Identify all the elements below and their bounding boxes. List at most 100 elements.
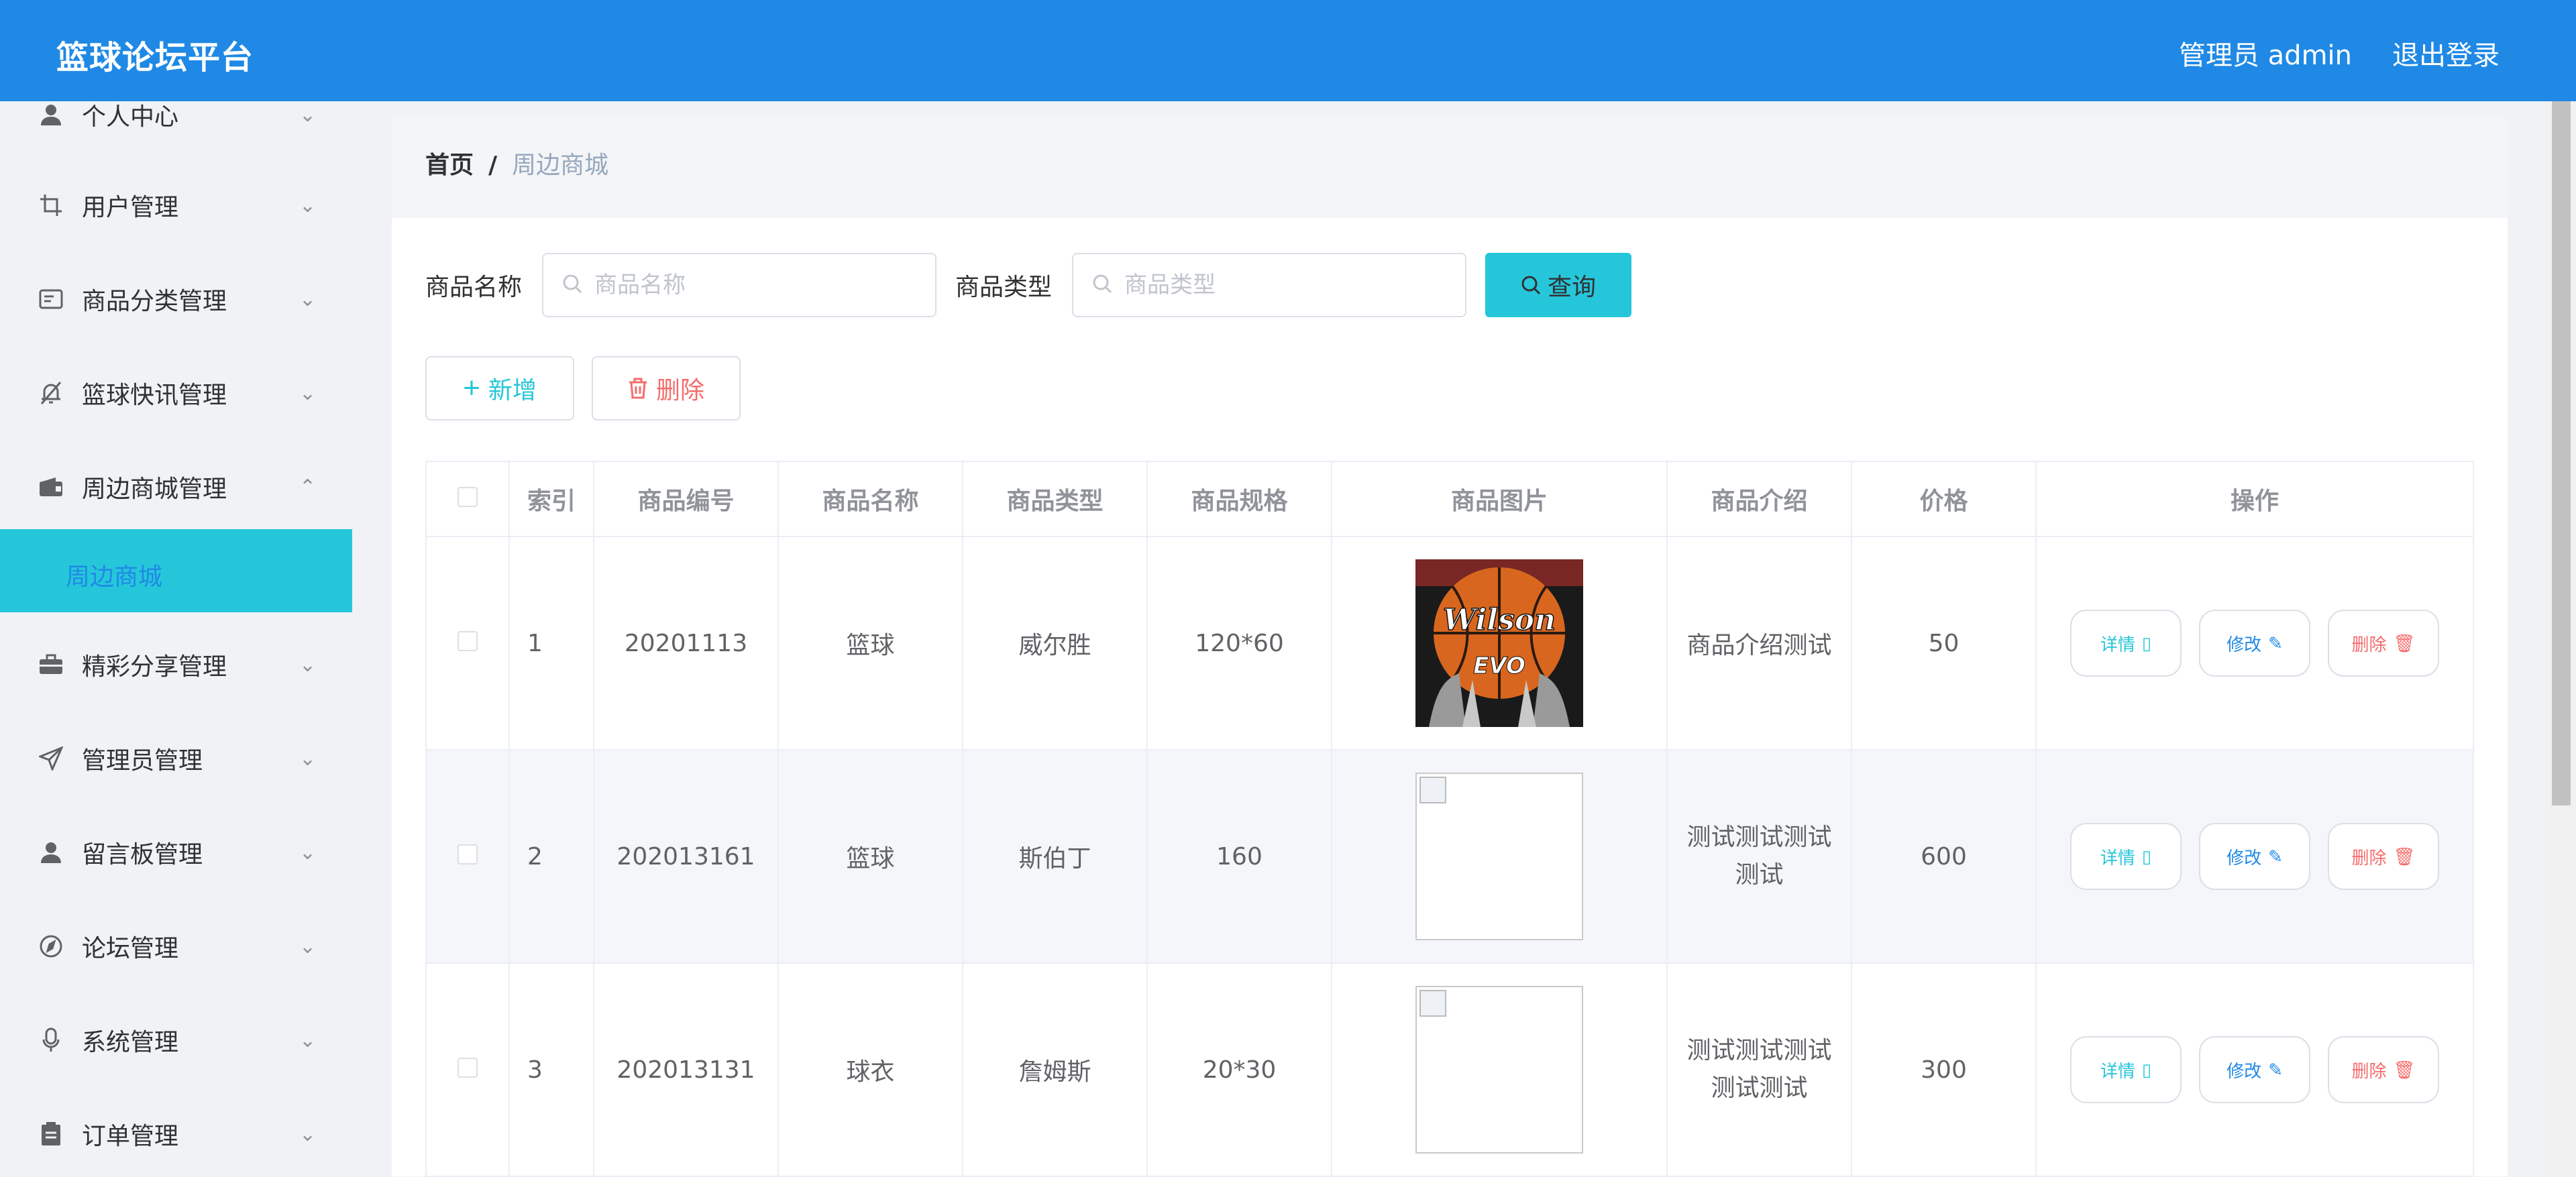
logout-link[interactable]: 退出登录: [2392, 34, 2500, 72]
sidebar-item-news[interactable]: 篮球快讯管理 ⌄: [0, 346, 352, 440]
sidebar-item-users[interactable]: 用户管理 ⌄: [0, 158, 352, 252]
column-header: 操作: [2035, 461, 2474, 537]
bell-off-icon: [38, 380, 64, 406]
cell-spec: 120*60: [1146, 536, 1332, 750]
query-button[interactable]: 查询: [1485, 253, 1632, 317]
breadcrumb-current: 周边商城: [512, 152, 609, 179]
sidebar-item-messages[interactable]: 留言板管理 ⌄: [0, 805, 352, 899]
document-icon: ▯: [2141, 632, 2152, 653]
trash-icon: 🗑︎: [2393, 846, 2416, 866]
sidebar: 个人中心 ⌄ 用户管理 ⌄ 商品分类管理 ⌄ 篮球快讯管理 ⌄ 周边商城管理 ⌃…: [0, 101, 352, 1176]
sidebar-item-forum[interactable]: 论坛管理 ⌄: [0, 899, 352, 993]
product-name-field: [542, 253, 937, 317]
sidebar-item-label: 个人中心: [82, 103, 179, 131]
breadcrumb-home[interactable]: 首页: [425, 152, 474, 179]
column-header: 商品图片: [1331, 461, 1668, 537]
cell-intro: 测试测试测试测试测试: [1666, 962, 1852, 1177]
sidebar-item-label: 系统管理: [82, 1029, 179, 1056]
submenu-item-shop[interactable]: 周边商城: [0, 529, 352, 612]
sidebar-item-label: 商品分类管理: [82, 288, 227, 315]
chevron-down-icon: ⌄: [299, 1122, 317, 1146]
search-form: 商品名称 商品类型 查询: [425, 253, 1632, 317]
pencil-icon: ✎: [2268, 632, 2283, 653]
sidebar-item-share[interactable]: 精彩分享管理 ⌄: [0, 618, 352, 712]
sidebar-item-system[interactable]: 系统管理 ⌄: [0, 993, 352, 1087]
table-row: 2 202013161 篮球 斯伯丁 160 测试测试测试测试 600 详情 ▯ …: [425, 749, 2474, 964]
sidebar-item-admins[interactable]: 管理员管理 ⌄: [0, 712, 352, 805]
row-checkbox[interactable]: [458, 630, 478, 651]
cell-intro: 测试测试测试测试: [1666, 749, 1852, 964]
detail-button[interactable]: 详情 ▯: [2070, 610, 2182, 677]
row-checkbox[interactable]: [458, 1057, 478, 1078]
cell-intro: 商品介绍测试: [1666, 536, 1852, 750]
edit-button-label: 修改: [2226, 847, 2262, 868]
cell-price: 600: [1851, 749, 2037, 964]
image-model-text: EVO: [1473, 653, 1525, 679]
cell-code: 20201113: [593, 536, 779, 750]
breadcrumb-separator: /: [488, 152, 498, 179]
sidebar-item-category[interactable]: 商品分类管理 ⌄: [0, 252, 352, 346]
cell-type: 斯伯丁: [962, 749, 1148, 964]
row-select-cell: [425, 536, 510, 750]
chevron-down-icon: ⌄: [299, 746, 317, 771]
row-delete-button[interactable]: 删除 🗑︎: [2328, 823, 2439, 890]
cell-spec: 20*30: [1146, 962, 1332, 1177]
edit-button[interactable]: 修改 ✎: [2199, 1036, 2310, 1103]
cell-name: 篮球: [777, 749, 963, 964]
cell-type: 詹姆斯: [962, 962, 1148, 1177]
query-button-label: 查询: [1548, 273, 1597, 300]
cell-index: 2: [508, 749, 594, 964]
column-header: 商品类型: [962, 461, 1148, 537]
document-icon: ▯: [2141, 846, 2152, 866]
product-name-input[interactable]: [593, 271, 918, 299]
sidebar-item-shop[interactable]: 周边商城管理 ⌃: [0, 440, 352, 534]
edit-button[interactable]: 修改 ✎: [2199, 823, 2310, 890]
edit-button[interactable]: 修改 ✎: [2199, 610, 2310, 677]
select-all-checkbox[interactable]: [458, 486, 478, 507]
column-header: 商品编号: [593, 461, 779, 537]
page-scrollbar[interactable]: [2546, 101, 2576, 1176]
product-type-input[interactable]: [1123, 271, 1448, 299]
pencil-icon: ✎: [2268, 846, 2283, 866]
add-button[interactable]: + 新增: [425, 356, 574, 421]
row-checkbox[interactable]: [458, 844, 478, 864]
delete-button-label: 删除: [655, 376, 704, 404]
pencil-icon: ✎: [2268, 1059, 2283, 1080]
detail-button[interactable]: 详情 ▯: [2070, 1036, 2182, 1103]
batch-delete-button[interactable]: 删除: [592, 356, 741, 421]
cell-code: 202013161: [593, 749, 779, 964]
sidebar-item-personal-center[interactable]: 个人中心 ⌄: [0, 101, 352, 162]
sidebar-item-orders[interactable]: 订单管理 ⌄: [0, 1087, 352, 1176]
column-header: 商品名称: [777, 461, 963, 537]
chevron-up-icon: ⌃: [299, 475, 317, 499]
row-delete-button[interactable]: 删除 🗑︎: [2328, 1036, 2439, 1103]
user-solid-icon: [38, 839, 64, 866]
product-name-label: 商品名称: [425, 274, 523, 301]
sidebar-item-label: 留言板管理: [82, 841, 203, 868]
broken-image-icon: [1415, 773, 1583, 940]
submenu-item-label: 周边商城: [66, 563, 163, 591]
send-icon: [38, 745, 64, 772]
admin-user-label[interactable]: 管理员 admin: [2179, 34, 2352, 72]
product-type-field: [1072, 253, 1467, 317]
product-image-basketball: Wilson EVO: [1415, 559, 1583, 727]
row-delete-button-label: 删除: [2351, 634, 2387, 655]
row-select-cell: [425, 749, 510, 964]
row-delete-button[interactable]: 删除 🗑︎: [2328, 610, 2439, 677]
action-bar: + 新增 删除: [425, 356, 741, 421]
trash-icon: 🗑︎: [2393, 1059, 2416, 1080]
clipboard-icon: [38, 1121, 64, 1147]
chevron-down-icon: ⌄: [299, 287, 317, 311]
card-icon: [38, 286, 64, 313]
chevron-down-icon: ⌄: [299, 840, 317, 864]
detail-button[interactable]: 详情 ▯: [2070, 823, 2182, 890]
cell-actions: 详情 ▯ 修改 ✎ 删除 🗑︎: [2035, 536, 2474, 750]
scrollbar-thumb[interactable]: [2552, 101, 2571, 805]
chevron-down-icon: ⌄: [299, 653, 317, 677]
mic-icon: [38, 1027, 64, 1054]
detail-button-label: 详情: [2100, 1060, 2135, 1081]
plus-icon: +: [463, 372, 480, 404]
main-panel: 商品名称 商品类型 查询 + 新增 删除: [392, 218, 2508, 1177]
cell-image: [1331, 749, 1668, 964]
chevron-down-icon: ⌄: [299, 103, 317, 127]
